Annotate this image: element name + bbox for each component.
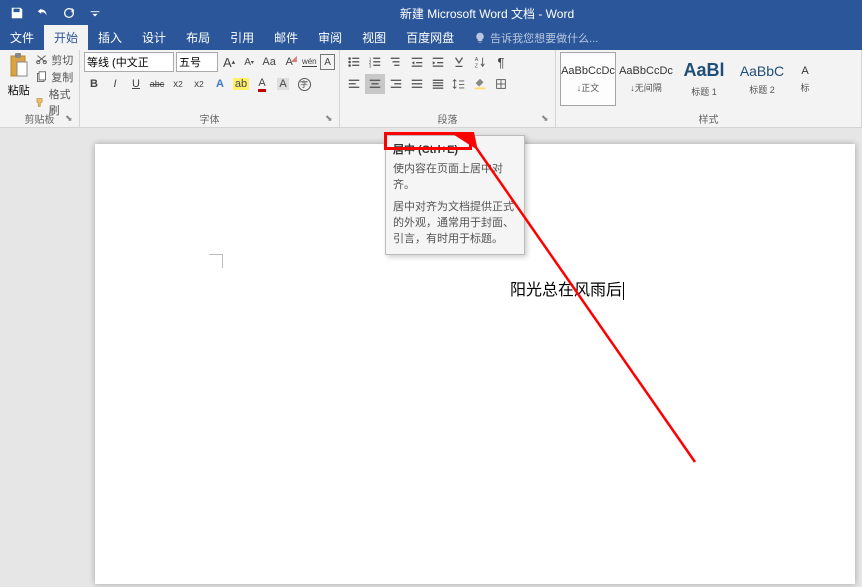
increase-indent-button[interactable] (428, 52, 448, 72)
font-name-select[interactable] (84, 52, 174, 72)
tooltip-line1: 使内容在页面上居中对齐。 (393, 160, 517, 192)
tab-review[interactable]: 审阅 (308, 25, 352, 50)
scissors-icon (35, 54, 48, 67)
style-heading1[interactable]: AaBl 标题 1 (676, 52, 732, 106)
group-clipboard: 粘贴 剪切 复制 格式刷 剪贴板 ⬊ (0, 50, 80, 127)
group-label-paragraph: 段落 (340, 111, 555, 126)
tab-view[interactable]: 视图 (352, 25, 396, 50)
text-cursor (623, 282, 624, 300)
subscript-button[interactable]: x2 (168, 74, 188, 94)
save-button[interactable] (8, 4, 26, 22)
svg-text:3: 3 (369, 63, 372, 68)
tab-references[interactable]: 引用 (220, 25, 264, 50)
center-tooltip: 居中 (Ctrl+E) 使内容在页面上居中对齐。 居中对齐为文档提供正式的外观，… (385, 135, 525, 255)
svg-text:A: A (475, 57, 479, 63)
text-effects-button[interactable]: A (210, 74, 230, 94)
title-bar: 新建 Microsoft Word 文档 - Word (0, 0, 862, 26)
document-text[interactable]: 阳光总在风雨后 (510, 276, 624, 300)
font-color-button[interactable]: A (252, 74, 272, 94)
tooltip-highlight-box (384, 132, 472, 150)
bullets-button[interactable] (344, 52, 364, 72)
lightbulb-icon (474, 32, 486, 44)
group-label-styles: 样式 (556, 111, 861, 126)
change-case-button[interactable]: Aa (260, 52, 278, 72)
align-justify-button[interactable] (407, 74, 427, 94)
svg-text:Z: Z (475, 63, 479, 69)
tell-me-search[interactable]: 告诉我您想要做什么... (464, 26, 608, 50)
margin-corner (209, 254, 223, 268)
align-left-button[interactable] (344, 74, 364, 94)
tooltip-line2: 居中对齐为文档提供正式的外观，通常用于封面、引言，有时用于标题。 (393, 198, 517, 246)
window-title: 新建 Microsoft Word 文档 - Word (112, 5, 862, 22)
sort-button[interactable]: AZ (470, 52, 490, 72)
ribbon-tabs: 文件 开始 插入 设计 布局 引用 邮件 审阅 视图 百度网盘 告诉我您想要做什… (0, 26, 862, 50)
show-marks-button[interactable]: ¶ (491, 52, 511, 72)
ribbon: 粘贴 剪切 复制 格式刷 剪贴板 ⬊ A▴ A▾ Aa A◢ wén A (0, 50, 862, 128)
style-normal[interactable]: AaBbCcDc ↓正文 (560, 52, 616, 106)
char-shading-button[interactable]: A (273, 74, 293, 94)
multilevel-button[interactable] (386, 52, 406, 72)
borders-button[interactable] (491, 74, 511, 94)
style-heading2[interactable]: AaBbC 标题 2 (734, 52, 790, 106)
italic-button[interactable]: I (105, 74, 125, 94)
brush-icon (35, 96, 45, 109)
strike-button[interactable]: abc (147, 74, 167, 94)
align-center-button[interactable] (365, 74, 385, 94)
style-more[interactable]: A 标 (792, 52, 818, 106)
tab-home[interactable]: 开始 (44, 25, 88, 50)
tab-layout[interactable]: 布局 (176, 25, 220, 50)
enclosed-char-button[interactable]: 字 (294, 74, 314, 94)
align-distributed-button[interactable] (428, 74, 448, 94)
line-spacing-button[interactable] (449, 74, 469, 94)
undo-button[interactable] (34, 4, 52, 22)
redo-button[interactable] (60, 4, 78, 22)
tab-baidu[interactable]: 百度网盘 (396, 25, 464, 50)
font-size-select[interactable] (176, 52, 218, 72)
phonetic-button[interactable]: wén (300, 52, 318, 72)
font-launcher[interactable]: ⬊ (325, 113, 337, 125)
highlight-button[interactable]: ab (231, 74, 251, 94)
align-right-button[interactable] (386, 74, 406, 94)
shrink-font-button[interactable]: A▾ (240, 52, 258, 72)
group-font: A▴ A▾ Aa A◢ wén A B I U abc x2 x2 A ab A… (80, 50, 340, 127)
tab-mailings[interactable]: 邮件 (264, 25, 308, 50)
clear-format-button[interactable]: A◢ (280, 52, 298, 72)
underline-button[interactable]: U (126, 74, 146, 94)
tab-file[interactable]: 文件 (0, 25, 44, 50)
group-paragraph: 123 AZ ¶ 段落 ⬊ (340, 50, 556, 127)
grow-font-button[interactable]: A▴ (220, 52, 238, 72)
tab-insert[interactable]: 插入 (88, 25, 132, 50)
group-styles: AaBbCcDc ↓正文 AaBbCcDc ↓无间隔 AaBl 标题 1 AaB… (556, 50, 862, 127)
char-border-button[interactable]: A (320, 54, 335, 70)
cut-button[interactable]: 剪切 (35, 52, 75, 68)
asian-layout-button[interactable] (449, 52, 469, 72)
qat-customize[interactable] (86, 4, 104, 22)
paste-button[interactable]: 粘贴 (4, 52, 33, 98)
copy-button[interactable]: 复制 (35, 69, 75, 85)
quick-access-toolbar (0, 4, 112, 22)
paste-icon (7, 52, 31, 80)
clipboard-launcher[interactable]: ⬊ (65, 113, 77, 125)
shading-button[interactable] (470, 74, 490, 94)
group-label-font: 字体 (80, 111, 339, 126)
copy-icon (35, 71, 48, 84)
style-nospacing[interactable]: AaBbCcDc ↓无间隔 (618, 52, 674, 106)
bold-button[interactable]: B (84, 74, 104, 94)
superscript-button[interactable]: x2 (189, 74, 209, 94)
tab-design[interactable]: 设计 (132, 25, 176, 50)
numbering-button[interactable]: 123 (365, 52, 385, 72)
decrease-indent-button[interactable] (407, 52, 427, 72)
paragraph-launcher[interactable]: ⬊ (541, 113, 553, 125)
